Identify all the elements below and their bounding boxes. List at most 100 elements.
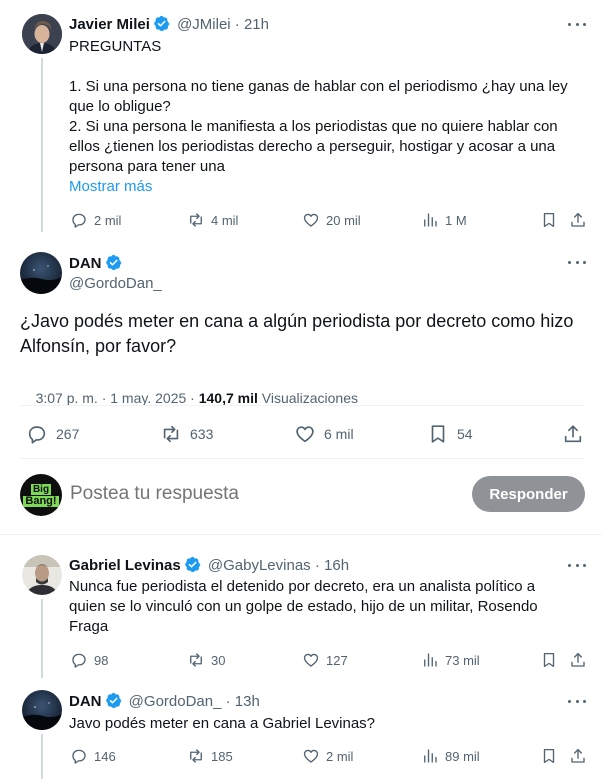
show-more-link[interactable]: Mostrar más <box>69 178 152 195</box>
views-count: 1 M <box>445 212 467 228</box>
repost-button[interactable]: 30 <box>187 651 225 669</box>
views-button[interactable]: 89 mil <box>421 747 480 765</box>
author-name[interactable]: Gabriel Levinas <box>69 557 181 574</box>
avatar[interactable] <box>20 252 62 294</box>
heart-icon <box>303 213 319 227</box>
like-count: 20 mil <box>326 212 361 228</box>
thread-line <box>41 599 43 678</box>
reply-count: 2 mil <box>94 212 122 228</box>
bookmark-button[interactable] <box>540 651 564 669</box>
views-button[interactable]: 73 mil <box>421 651 480 669</box>
post-time[interactable]: · 16h <box>315 557 349 574</box>
like-button[interactable]: 6 mil <box>294 423 354 445</box>
like-button[interactable]: 2 mil <box>302 747 353 765</box>
views-count: 140,7 mil <box>198 390 258 406</box>
views-button[interactable]: 1 M <box>421 211 467 229</box>
bookmark-button[interactable]: 54 <box>427 423 473 445</box>
heart-icon <box>296 426 314 443</box>
divider <box>0 534 602 535</box>
verified-icon <box>105 254 122 271</box>
reply-count: 146 <box>94 748 116 764</box>
reply-icon <box>28 426 46 444</box>
divider <box>20 405 585 406</box>
share-icon <box>571 652 585 667</box>
author-handle[interactable]: @GordoDan_ <box>129 693 222 710</box>
like-count: 2 mil <box>326 748 354 764</box>
author-name[interactable]: DAN <box>69 255 102 272</box>
share-button[interactable] <box>569 651 593 669</box>
post-timestamp[interactable]: 3:07 p. m. · 1 may. 2025 · <box>36 390 199 406</box>
avatar-text-big: Big <box>30 483 52 495</box>
reply-button[interactable]: 98 <box>70 651 108 669</box>
more-options-icon[interactable] <box>568 700 586 706</box>
repost-button[interactable]: 4 mil <box>187 211 238 229</box>
heart-icon <box>303 749 319 763</box>
post-text: Nunca fue periodista el detenido por dec… <box>69 578 538 635</box>
repost-button[interactable]: 185 <box>187 747 233 765</box>
like-count: 6 mil <box>324 426 354 442</box>
reply-count: 98 <box>94 652 109 668</box>
avatar[interactable] <box>22 555 62 595</box>
reply-icon <box>72 653 86 668</box>
bookmark-icon <box>431 425 445 443</box>
repost-icon <box>190 653 202 667</box>
bookmark-icon <box>543 652 555 668</box>
repost-icon <box>163 425 179 443</box>
heart-icon <box>303 653 319 667</box>
verified-icon <box>184 556 201 573</box>
share-button[interactable] <box>562 423 592 445</box>
avatar[interactable] <box>22 14 62 54</box>
author-handle[interactable]: @GabyLevinas <box>208 557 311 574</box>
bookmark-count: 54 <box>457 426 473 442</box>
post-question-2: 2. Si una persona le manifiesta a los pe… <box>69 118 558 175</box>
author-name[interactable]: DAN <box>69 693 102 710</box>
post-text: ¿Javo podés meter en cana a algún period… <box>20 311 574 356</box>
reply-button[interactable]: 2 mil <box>70 211 121 229</box>
share-icon <box>571 748 585 763</box>
views-count: 73 mil <box>445 652 480 668</box>
more-options-icon[interactable] <box>568 564 586 570</box>
repost-count: 30 <box>211 652 226 668</box>
reply-count: 267 <box>56 426 80 442</box>
more-options-icon[interactable] <box>568 261 586 267</box>
views-count: 89 mil <box>445 748 480 764</box>
share-icon <box>571 212 585 227</box>
verified-icon <box>153 15 170 32</box>
author-handle[interactable]: @GordoDan_ <box>69 275 162 292</box>
views-icon <box>424 749 437 763</box>
repost-count: 4 mil <box>211 212 239 228</box>
repost-icon <box>190 749 202 763</box>
author-name[interactable]: Javier Milei <box>69 16 150 33</box>
post-time[interactable]: · 21h <box>235 16 269 33</box>
divider <box>20 458 585 459</box>
share-icon <box>564 425 582 443</box>
share-button[interactable] <box>569 747 593 765</box>
views-icon <box>424 653 437 667</box>
repost-button[interactable]: 633 <box>160 423 213 445</box>
reply-button[interactable]: 146 <box>70 747 116 765</box>
more-options-icon[interactable] <box>568 23 586 29</box>
post-metadata: 3:07 p. m. · 1 may. 2025 · 140,7 mil Vis… <box>20 374 358 422</box>
post-question-1: 1. Si una persona no tiene ganas de habl… <box>69 78 568 115</box>
bookmark-icon <box>543 748 555 764</box>
repost-count: 633 <box>190 426 214 442</box>
post-time[interactable]: · 13h <box>226 693 260 710</box>
reply-button[interactable]: 267 <box>26 423 79 445</box>
repost-icon <box>190 213 202 227</box>
reply-submit-button[interactable]: Responder <box>472 476 585 512</box>
author-handle[interactable]: @JMilei <box>177 16 231 33</box>
bookmark-button[interactable] <box>540 747 564 765</box>
avatar-text-bang: Bang! <box>23 494 59 507</box>
avatar[interactable] <box>22 690 62 730</box>
views-icon <box>424 213 437 227</box>
bookmark-button[interactable] <box>540 211 564 229</box>
like-button[interactable]: 127 <box>302 651 348 669</box>
share-button[interactable] <box>569 211 593 229</box>
repost-count: 185 <box>211 748 233 764</box>
like-button[interactable]: 20 mil <box>302 211 361 229</box>
reply-input[interactable] <box>70 480 450 508</box>
thread-line <box>41 734 43 779</box>
reply-icon <box>72 213 86 228</box>
reply-icon <box>72 749 86 764</box>
like-count: 127 <box>326 652 348 668</box>
